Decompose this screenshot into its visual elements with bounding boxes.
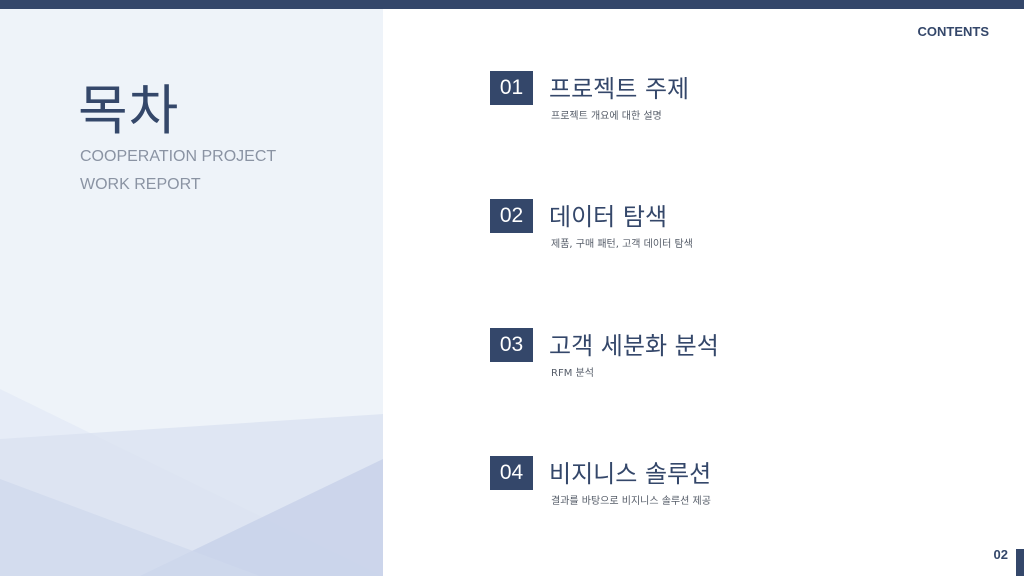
decorative-background-shapes xyxy=(0,389,383,576)
page-number: 02 xyxy=(993,547,1008,562)
item-description: 결과를 바탕으로 비지니스 솔루션 제공 xyxy=(551,496,711,507)
item-title: 프로젝트 주제 xyxy=(549,75,690,103)
item-number-badge: 01 xyxy=(490,71,533,105)
item-title: 고객 세분화 분석 xyxy=(549,332,719,360)
item-description: 제품, 구매 패턴, 고객 데이터 탐색 xyxy=(551,239,693,250)
subtitle-line-1: COOPERATION PROJECT xyxy=(80,148,277,165)
subtitle-line-2: WORK REPORT xyxy=(80,176,201,193)
page-title: 목차 xyxy=(78,79,180,142)
item-number-badge: 02 xyxy=(490,199,533,233)
left-panel xyxy=(0,9,383,576)
item-number-badge: 04 xyxy=(490,456,533,490)
item-description: 프로젝트 개요에 대한 설명 xyxy=(551,111,662,122)
contents-label: CONTENTS xyxy=(917,24,990,39)
page-number-tab xyxy=(1016,549,1024,576)
item-description: RFM 분석 xyxy=(551,368,594,379)
item-number-badge: 03 xyxy=(490,328,533,362)
item-title: 데이터 탐색 xyxy=(549,203,668,231)
top-accent-bar xyxy=(0,0,1024,9)
item-title: 비지니스 솔루션 xyxy=(549,460,712,488)
